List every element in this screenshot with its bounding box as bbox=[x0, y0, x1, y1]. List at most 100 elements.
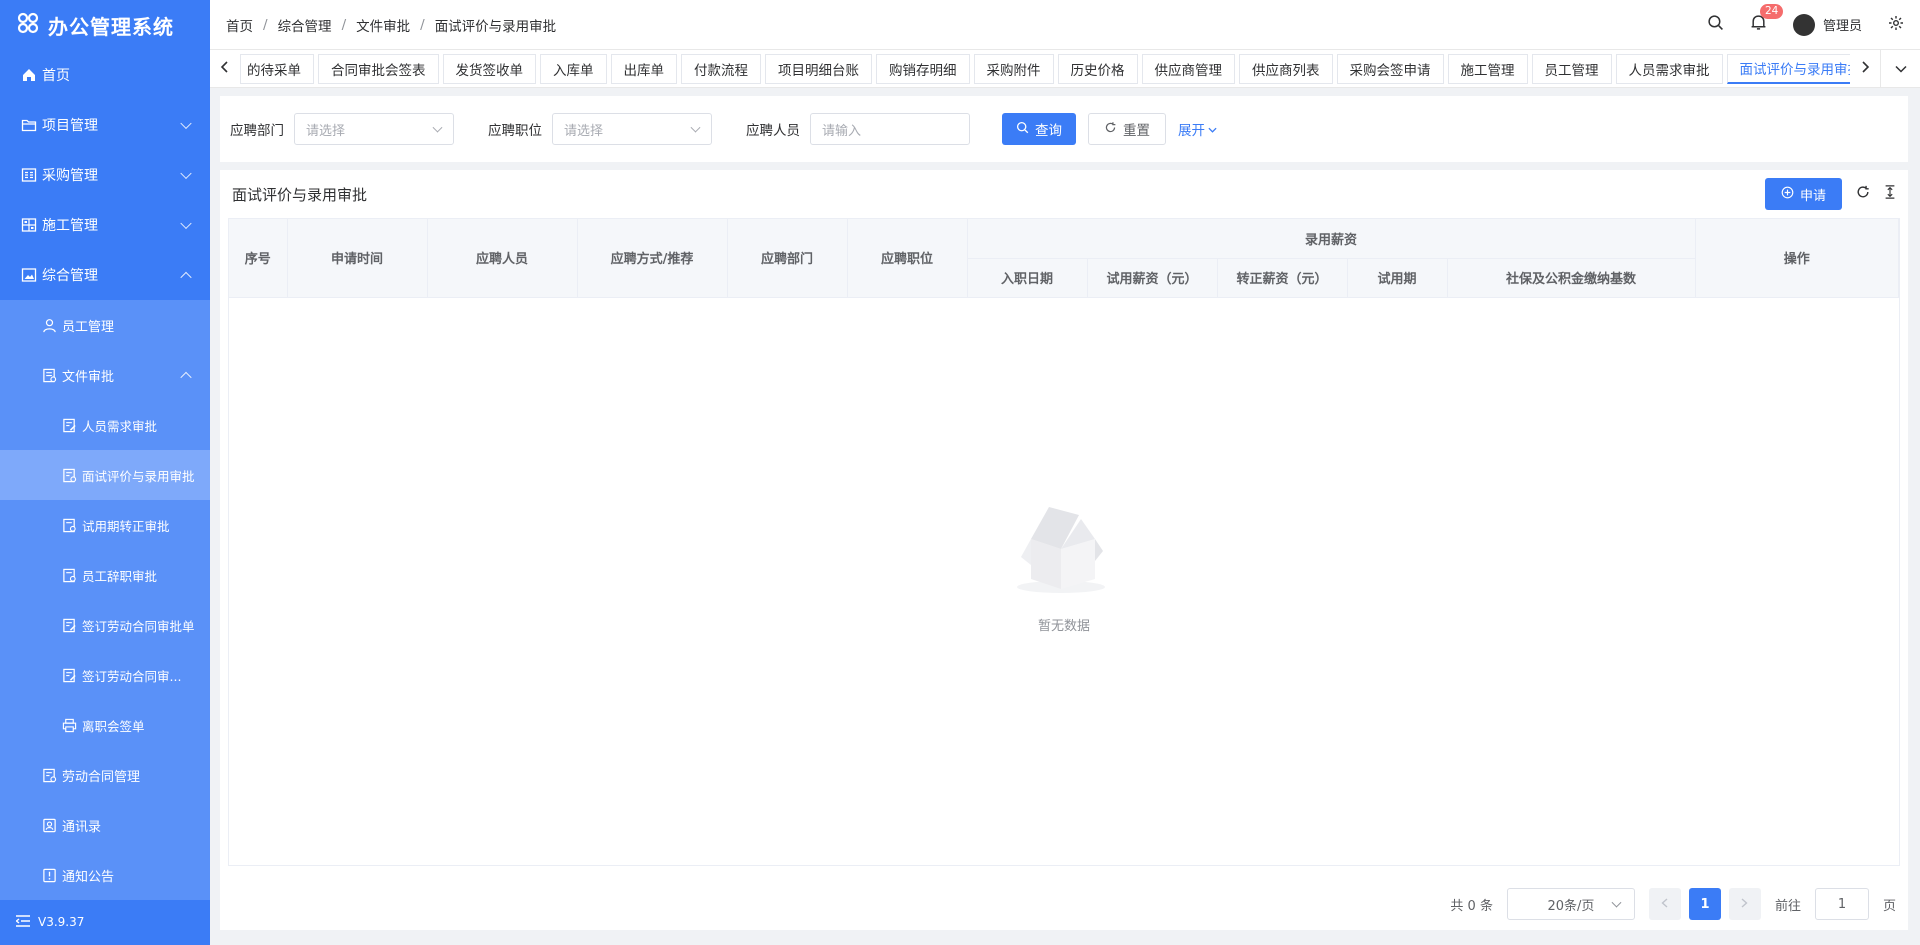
search-icon bbox=[1016, 121, 1029, 138]
tab-label: 面试评价与录用审批 bbox=[1739, 62, 1851, 78]
tab[interactable]: 员工管理 bbox=[1531, 53, 1612, 84]
filter-panel: 应聘部门 请选择 应聘职位 请选择 应聘人员 请输入 查询 重置 展开 bbox=[220, 96, 1908, 162]
tab[interactable]: 付款流程 bbox=[681, 53, 761, 84]
apply-button[interactable]: 申请 bbox=[1764, 178, 1842, 210]
tab[interactable]: 供应商列表 bbox=[1239, 53, 1333, 84]
document-icon bbox=[40, 366, 58, 384]
page-suffix: 页 bbox=[1882, 898, 1896, 914]
tab[interactable]: 发货签收单 bbox=[442, 53, 536, 84]
sidebar-item-label: 面试评价与录用审批 bbox=[82, 468, 195, 484]
user-icon bbox=[40, 316, 58, 334]
doc-user-icon bbox=[60, 516, 78, 534]
dept-select[interactable]: 请选择 bbox=[294, 113, 454, 145]
panel-toolbar: 面试评价与录用审批 申请 bbox=[220, 170, 1908, 218]
position-select[interactable]: 请选择 bbox=[552, 113, 712, 145]
sidebar: 办公管理系统 首页 项目管理 采购管理 施工管理 综合管理 员工管理 文件审批 bbox=[0, 0, 210, 945]
tab[interactable]: 历史价格 bbox=[1057, 53, 1138, 84]
tab[interactable]: 采购会签申请 bbox=[1336, 53, 1444, 84]
tab[interactable]: 入库单 bbox=[540, 53, 607, 84]
sidebar-item-employee[interactable]: 员工管理 bbox=[0, 300, 210, 350]
sidebar-item-construction[interactable]: 施工管理 bbox=[0, 200, 210, 250]
page-size-value: 20条/页 bbox=[1547, 898, 1595, 914]
tabs-scroll-left[interactable] bbox=[210, 50, 240, 88]
notification-button[interactable]: 24 bbox=[1750, 4, 1784, 35]
sidebar-item-label: 综合管理 bbox=[42, 268, 98, 284]
sidebar-item-project[interactable]: 项目管理 bbox=[0, 100, 210, 150]
version-label: V3.9.37 bbox=[38, 915, 85, 929]
tab[interactable]: 采购附件 bbox=[973, 53, 1054, 84]
breadcrumb-item: 面试评价与录用审批 bbox=[434, 18, 557, 35]
breadcrumb-item[interactable]: 文件审批 bbox=[356, 15, 410, 35]
sidebar-item-resignation-approval[interactable]: 员工辞职审批 bbox=[0, 550, 210, 600]
user-menu[interactable]: 管理员 bbox=[1792, 13, 1862, 36]
tabs-scroll-right[interactable] bbox=[1850, 50, 1880, 88]
page-size-select[interactable]: 20条/页 bbox=[1506, 888, 1635, 920]
column-header: 应聘职位 bbox=[847, 219, 968, 298]
empty-text: 暂无数据 bbox=[1037, 619, 1090, 634]
sidebar-item-home[interactable]: 首页 bbox=[0, 50, 210, 100]
tab[interactable]: 购销存明细 bbox=[876, 53, 970, 84]
person-input[interactable]: 请输入 bbox=[810, 113, 970, 145]
search-icon[interactable] bbox=[1707, 14, 1724, 35]
sidebar-item-contract-approval-2[interactable]: 签订劳动合同审... bbox=[0, 650, 210, 700]
collapse-sidebar-icon[interactable] bbox=[15, 914, 30, 930]
chevron-down-icon bbox=[690, 122, 701, 133]
sidebar-item-interview-approval[interactable]: 面试评价与录用审批 bbox=[0, 450, 210, 500]
expand-label: 展开 bbox=[1178, 123, 1205, 139]
query-button[interactable]: 查询 bbox=[1002, 113, 1076, 145]
sidebar-item-label: 项目管理 bbox=[42, 118, 98, 134]
sidebar-item-label: 离职会签单 bbox=[82, 718, 145, 734]
printer-icon bbox=[60, 716, 78, 734]
pagination: 共 0 条 20条/页 1 前往 1 页 bbox=[1450, 888, 1896, 920]
next-page-button[interactable] bbox=[1728, 888, 1761, 920]
column-header: 入职日期 bbox=[967, 258, 1088, 298]
gear-icon[interactable] bbox=[1888, 15, 1904, 35]
sidebar-footer: V3.9.37 bbox=[0, 899, 210, 945]
sidebar-item-probation-approval[interactable]: 试用期转正审批 bbox=[0, 500, 210, 550]
column-group-header: 录用薪资 bbox=[967, 219, 1696, 259]
sidebar-item-labor-contract[interactable]: 劳动合同管理 bbox=[0, 750, 210, 800]
app-logo[interactable]: 办公管理系统 bbox=[0, 0, 210, 50]
sidebar-item-contacts[interactable]: 通讯录 bbox=[0, 800, 210, 850]
avatar bbox=[1792, 13, 1815, 36]
sidebar-item-contract-approval[interactable]: 签订劳动合同审批单 bbox=[0, 600, 210, 650]
page-number-current[interactable]: 1 bbox=[1688, 888, 1721, 920]
tab[interactable]: 的待采单 bbox=[240, 53, 314, 84]
tab[interactable]: 施工管理 bbox=[1447, 53, 1528, 84]
sidebar-item-label: 劳动合同管理 bbox=[62, 769, 141, 785]
goto-page-input[interactable]: 1 bbox=[1814, 888, 1869, 920]
sidebar-item-label: 施工管理 bbox=[42, 218, 98, 234]
main-panel: 面试评价与录用审批 申请 序号 申请时间 应聘人员 应聘方式/推荐 应聘部门 应… bbox=[220, 170, 1908, 930]
tab-active[interactable]: 面试评价与录用审批 × bbox=[1726, 53, 1851, 84]
sidebar-item-doc-approval[interactable]: 文件审批 bbox=[0, 350, 210, 400]
breadcrumb-item[interactable]: 首页 bbox=[226, 15, 253, 35]
prev-page-button[interactable] bbox=[1648, 888, 1681, 920]
expand-link[interactable]: 展开 bbox=[1178, 119, 1217, 139]
sidebar-item-staff-demand[interactable]: 人员需求审批 bbox=[0, 400, 210, 450]
list-icon bbox=[20, 166, 38, 184]
bell-icon bbox=[1750, 15, 1767, 35]
sidebar-item-general[interactable]: 综合管理 bbox=[0, 250, 210, 300]
sidebar-item-label: 员工辞职审批 bbox=[82, 568, 158, 584]
tab[interactable]: 项目明细台账 bbox=[765, 53, 872, 84]
home-icon bbox=[20, 66, 38, 84]
doc-sign-icon bbox=[60, 616, 78, 634]
tab[interactable]: 人员需求审批 bbox=[1615, 53, 1723, 84]
refresh-icon[interactable] bbox=[1856, 185, 1870, 203]
tab[interactable]: 合同审批会签表 bbox=[318, 53, 439, 84]
tabs-dropdown[interactable] bbox=[1880, 49, 1920, 88]
logo-icon bbox=[16, 11, 40, 39]
tab[interactable]: 供应商管理 bbox=[1141, 53, 1235, 84]
column-header: 应聘人员 bbox=[427, 219, 578, 298]
chevron-down-icon bbox=[180, 167, 192, 180]
breadcrumb-item[interactable]: 综合管理 bbox=[278, 15, 332, 35]
sidebar-item-leave-sign[interactable]: 离职会签单 bbox=[0, 700, 210, 750]
sidebar-item-notice[interactable]: 通知公告 bbox=[0, 850, 210, 900]
sidebar-item-purchase[interactable]: 采购管理 bbox=[0, 150, 210, 200]
query-label: 查询 bbox=[1035, 123, 1062, 139]
tab[interactable]: 出库单 bbox=[610, 53, 677, 84]
toolbar-actions: 申请 bbox=[1764, 178, 1896, 210]
reset-button[interactable]: 重置 bbox=[1088, 113, 1166, 145]
column-height-icon[interactable] bbox=[1884, 185, 1896, 203]
column-header: 应聘部门 bbox=[727, 219, 848, 298]
